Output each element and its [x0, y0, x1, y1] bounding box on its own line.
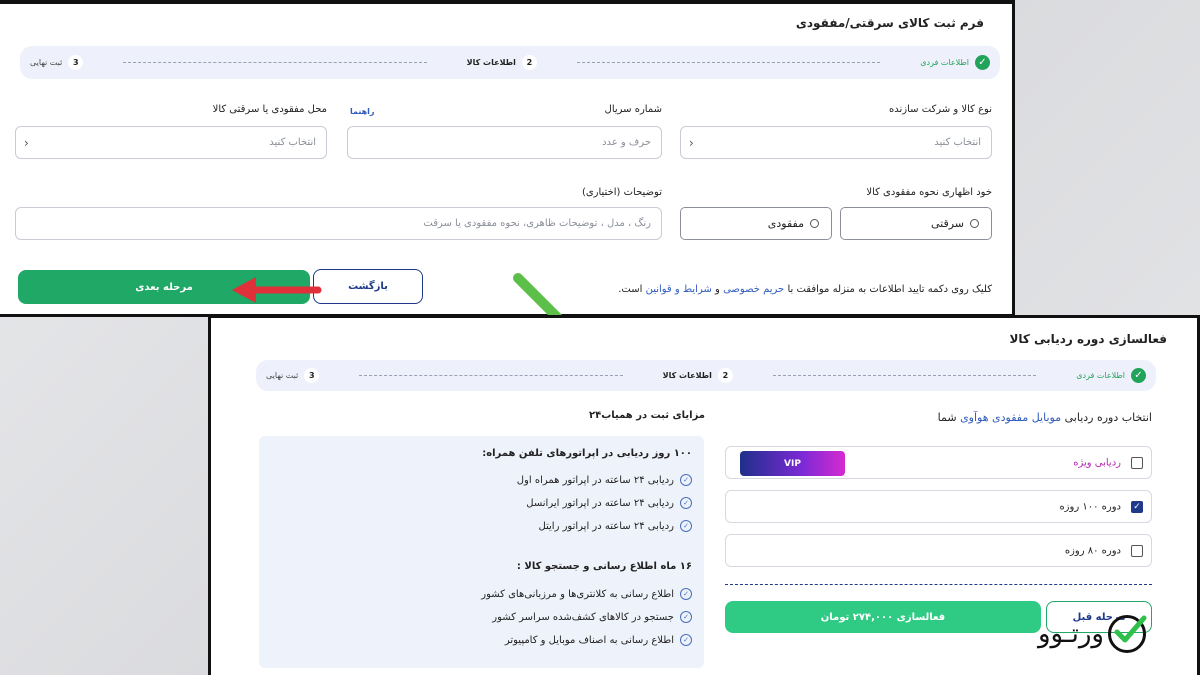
step-number: 2: [521, 55, 537, 70]
check-icon: ✓: [1131, 368, 1146, 383]
help-link[interactable]: راهنما: [350, 107, 375, 116]
back-button[interactable]: بازگشت: [313, 269, 423, 304]
step-connector: [359, 375, 623, 376]
check-circle-icon: ✓: [680, 497, 692, 509]
vip-badge: VIP: [740, 451, 845, 476]
loss-type-label: خود اظهاری نحوه مفقودی کالا: [866, 187, 992, 198]
benefit-text: اطلاع رسانی به اصناف موبایل و کامپیوتر: [504, 634, 674, 646]
location-select[interactable]: انتخاب کنید ‹: [15, 126, 327, 159]
radio-circle: [810, 219, 819, 228]
brand-logo: ورتـوو: [1038, 615, 1147, 653]
benefit-text: ردیابی ۲۴ ساعته در اپراتور ایرانسل: [526, 497, 674, 509]
check-circle-icon: ✓: [680, 520, 692, 532]
plan-option-100-days[interactable]: ✓ دوره ۱۰۰ روزه: [725, 490, 1152, 523]
check-circle-icon: ✓: [680, 588, 692, 600]
check-circle-icon: ✓: [680, 611, 692, 623]
benefit-item: ✓ ردیابی ۲۴ ساعته در اپراتور همراه اول: [517, 474, 692, 486]
benefits-title: مزایای ثبت در همیاب۲۴: [588, 410, 705, 421]
next-step-button[interactable]: مرحله بعدی: [18, 270, 310, 304]
step-label: اطلاعات کالا: [466, 58, 516, 67]
radio-label: مفقودی: [767, 217, 804, 230]
registration-form-panel: فرم ثبت کالای سرقتی/مفقودی ✓ اطلاعات فرد…: [0, 0, 1015, 317]
description-label: توضیحات (اختیاری): [581, 187, 662, 198]
step-connector: [123, 62, 427, 63]
check-circle-icon: ✓: [680, 474, 692, 486]
radio-lost[interactable]: مفقودی: [680, 207, 832, 240]
benefit-item: ✓ ردیابی ۲۴ ساعته در اپراتور ایرانسل: [526, 497, 692, 509]
consent-and: و: [715, 284, 720, 295]
benefit-text: ردیابی ۲۴ ساعته در اپراتور همراه اول: [516, 474, 674, 486]
plan-option-vip[interactable]: ردیابی ویژه VIP: [725, 446, 1152, 479]
radio-stolen[interactable]: سرقتی: [840, 207, 992, 240]
plan-option-80-days[interactable]: دوره ۸۰ روزه: [725, 534, 1152, 567]
radio-label: سرقتی: [930, 217, 964, 230]
form-title: فعالسازی دوره ردیابی کالا: [1009, 332, 1167, 346]
chevron-left-icon: ‹: [24, 135, 29, 150]
consent-prefix: کلیک روی دکمه تایید اطلاعات به منزله موا…: [787, 284, 992, 295]
step-product-info: 2 اطلاعات کالا: [467, 55, 537, 70]
step-connector: [772, 375, 1037, 376]
step-label: ثبت نهایی: [266, 371, 299, 380]
step-personal-info: ✓ اطلاعات فردی: [1076, 368, 1146, 383]
select-placeholder: انتخاب کنید: [934, 137, 981, 148]
input-placeholder: حرف و عدد: [602, 137, 651, 148]
benefit-group-title: ۱۶ ماه اطلاع رسانی و جستجو کالا :: [516, 561, 692, 572]
stepper: ✓ اطلاعات فردی 2 اطلاعات کالا 3 ثبت نهای…: [256, 360, 1156, 391]
benefit-group-title: ۱۰۰ روز ردیابی در اپراتورهای تلفن همراه:: [482, 448, 692, 459]
serial-input[interactable]: حرف و عدد: [347, 126, 662, 159]
heading-suffix: شما: [937, 411, 957, 424]
check-circle-icon: ✓: [680, 634, 692, 646]
terms-link[interactable]: شرایط و قوانین: [646, 284, 712, 295]
benefit-item: ✓ اطلاع رسانی به اصناف موبایل و کامپیوتر: [505, 634, 692, 646]
step-label: ثبت نهایی: [30, 58, 63, 67]
step-product-info: 2 اطلاعات کالا: [663, 368, 733, 383]
stepper: ✓ اطلاعات فردی 2 اطلاعات کالا 3 ثبت نهای…: [20, 46, 1000, 79]
step-label: اطلاعات فردی: [1076, 371, 1125, 380]
checkbox[interactable]: [1131, 544, 1143, 557]
benefit-text: جستجو در کالاهای کشف‌شده سراسر کشور: [492, 611, 674, 623]
check-logo-icon: [1107, 615, 1147, 653]
checkbox[interactable]: [1131, 456, 1143, 469]
plan-label: دوره ۱۰۰ روزه: [1059, 501, 1121, 512]
checkbox-checked[interactable]: ✓: [1131, 500, 1143, 513]
select-period-heading: انتخاب دوره ردیابی موبایل مفقودی هوآوی ش…: [938, 411, 1152, 424]
input-placeholder: رنگ ، مدل ، توضیحات ظاهری، نحوه مفقودی ی…: [423, 218, 651, 229]
step-final: 3 ثبت نهایی: [30, 55, 84, 70]
location-label: محل مفقودی یا سرقتی کالا: [212, 104, 327, 115]
product-type-label: نوع کالا و شرکت سازنده: [889, 104, 992, 115]
logo-text: ورتـوو: [1038, 619, 1104, 649]
benefit-item: ✓ ردیابی ۲۴ ساعته در اپراتور رایتل: [538, 520, 692, 532]
step-number: 3: [68, 55, 84, 70]
consent-suffix: است.: [618, 284, 643, 295]
step-label: اطلاعات کالا: [662, 371, 712, 380]
step-label: اطلاعات فردی: [920, 58, 969, 67]
check-icon: ✓: [975, 55, 990, 70]
divider: [725, 584, 1152, 585]
chevron-left-icon: ‹: [689, 135, 694, 150]
plan-label: دوره ۸۰ روزه: [1064, 545, 1121, 556]
benefits-box: ۱۰۰ روز ردیابی در اپراتورهای تلفن همراه:…: [259, 436, 704, 668]
benefit-item: ✓ اطلاع رسانی به کلانتری‌ها و مرزبانی‌ها…: [481, 588, 692, 600]
serial-label: شماره سریال: [604, 104, 662, 115]
step-final: 3 ثبت نهایی: [266, 368, 320, 383]
benefit-item: ✓ جستجو در کالاهای کشف‌شده سراسر کشور: [492, 611, 692, 623]
product-type-select[interactable]: انتخاب کنید ‹: [680, 126, 992, 159]
plan-label: ردیابی ویژه: [1073, 457, 1121, 468]
privacy-link[interactable]: حریم خصوصی: [723, 284, 784, 295]
device-name: موبایل مفقودی هوآوی: [960, 411, 1062, 424]
consent-text: کلیک روی دکمه تایید اطلاعات به منزله موا…: [618, 284, 992, 295]
step-personal-info: ✓ اطلاعات فردی: [920, 55, 990, 70]
step-number: 2: [717, 368, 733, 383]
form-title: فرم ثبت کالای سرقتی/مفقودی: [795, 16, 984, 30]
heading-prefix: انتخاب دوره ردیابی: [1064, 411, 1152, 424]
activate-button[interactable]: فعالسازی ۲۷۴,۰۰۰ تومان: [725, 601, 1041, 633]
select-placeholder: انتخاب کنید: [269, 137, 316, 148]
benefit-text: ردیابی ۲۴ ساعته در اپراتور رایتل: [538, 520, 674, 532]
radio-circle: [970, 219, 979, 228]
step-connector: [576, 62, 881, 63]
description-input[interactable]: رنگ ، مدل ، توضیحات ظاهری، نحوه مفقودی ی…: [15, 207, 662, 240]
benefit-text: اطلاع رسانی به کلانتری‌ها و مرزبانی‌های …: [481, 588, 674, 600]
step-number: 3: [304, 368, 320, 383]
